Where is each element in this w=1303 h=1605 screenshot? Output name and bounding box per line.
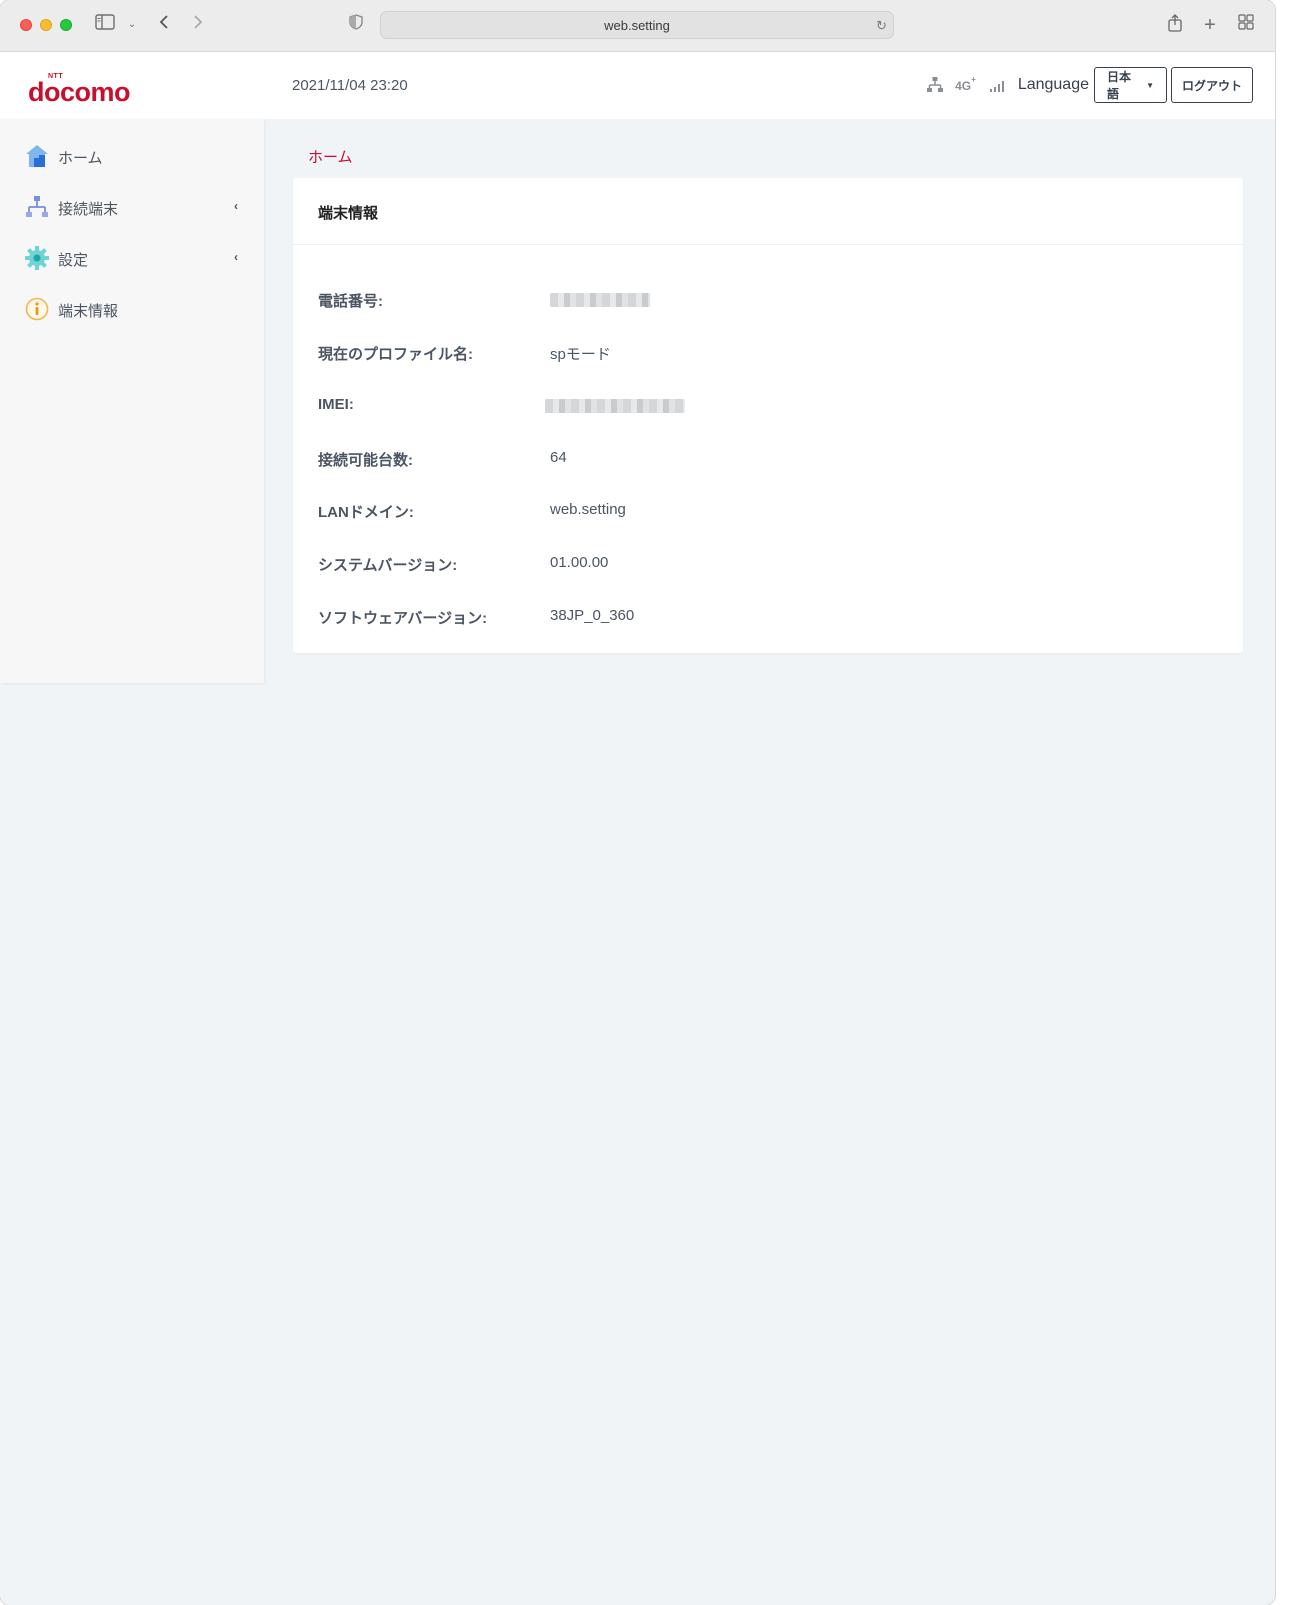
device-info-card: 端末情報 電話番号: 現在のプロファイル名: spモード IMEI: 接続可能台…: [293, 178, 1243, 653]
logo-wordmark: docomo: [28, 77, 131, 107]
info-key: 接続可能台数:: [318, 452, 413, 469]
info-value: spモード: [550, 346, 611, 363]
current-datetime: 2021/11/04 23:20: [292, 77, 408, 94]
info-row-max-connections: 接続可能台数: 64: [293, 449, 1243, 471]
info-row-system-version: システムバージョン: 01.00.00: [293, 554, 1243, 576]
info-value: 64: [550, 449, 567, 466]
info-key: ソフトウェアバージョン:: [318, 610, 488, 627]
zoom-window-button[interactable]: [60, 19, 72, 31]
share-icon[interactable]: [1165, 14, 1185, 39]
new-tab-icon[interactable]: +: [1200, 14, 1220, 36]
home-icon: [26, 145, 48, 167]
lan-connection-icon: [927, 77, 944, 92]
info-key: 電話番号:: [318, 293, 383, 310]
info-key: 現在のプロファイル名:: [318, 346, 473, 363]
logout-button[interactable]: ログアウト: [1171, 67, 1253, 103]
tab-overview-icon[interactable]: [1236, 14, 1256, 37]
browser-window: ⌄ web.setting ↻ + NTT docomo 2021/11/04 …: [0, 0, 1275, 1605]
caret-down-icon: ▼: [1146, 80, 1154, 90]
sidebar-item-settings[interactable]: 設定 ‹: [0, 238, 264, 278]
info-icon: [25, 297, 49, 321]
address-text: web.setting: [604, 18, 670, 33]
signal-strength-icon: [989, 78, 1006, 92]
address-bar[interactable]: web.setting ↻: [380, 11, 894, 39]
info-key: システムバージョン:: [318, 557, 458, 574]
chevron-left-icon: ‹: [234, 199, 238, 213]
card-header: 端末情報: [293, 178, 1243, 245]
card-title: 端末情報: [318, 205, 379, 222]
docomo-logo[interactable]: NTT docomo: [28, 67, 148, 107]
language-value: 日本語: [1107, 70, 1132, 101]
network-type-badge: 4G+: [955, 74, 976, 93]
minimize-window-button[interactable]: [40, 19, 52, 31]
chevron-left-icon: ‹: [234, 250, 238, 264]
sidebar-item-connected-devices[interactable]: 接続端末 ‹: [0, 187, 264, 227]
sidebar-item-home[interactable]: ホーム: [0, 136, 264, 176]
info-value: 01.00.00: [550, 554, 609, 571]
language-label: Language: [1017, 76, 1089, 93]
info-key: IMEI:: [318, 396, 354, 413]
sidebar-item-device-info[interactable]: 端末情報: [0, 289, 264, 329]
privacy-shield-icon[interactable]: [346, 14, 366, 37]
sidebar-item-label: 端末情報: [58, 303, 119, 320]
info-row-imei: IMEI:: [293, 396, 1243, 418]
info-row-software-version: ソフトウェアバージョン: 38JP_0_360: [293, 607, 1243, 629]
gear-icon: [25, 246, 49, 270]
redacted-value: [545, 399, 685, 413]
header-status-area: 4G+ Language 日本語 ▼ ログアウト: [926, 67, 1253, 103]
info-row-phone-number: 電話番号:: [293, 290, 1243, 312]
browser-toolbar: ⌄ web.setting ↻ +: [0, 0, 1275, 52]
reload-icon[interactable]: ↻: [876, 12, 887, 40]
breadcrumb[interactable]: ホーム: [308, 146, 353, 167]
info-row-lan-domain: LANドメイン: web.setting: [293, 501, 1243, 523]
logout-label: ログアウト: [1182, 78, 1243, 93]
chevron-down-icon[interactable]: ⌄: [124, 14, 140, 36]
sidebar: ホーム 接続端末 ‹ 設定 ‹ 端末情報: [0, 119, 264, 683]
network-type-sup: +: [971, 74, 976, 84]
app-header: NTT docomo 2021/11/04 23:20 4G+ Language…: [0, 52, 1275, 119]
language-dropdown-button[interactable]: 日本語 ▼: [1094, 67, 1167, 103]
sidebar-item-label: 接続端末: [58, 201, 119, 218]
redacted-value: [550, 293, 650, 307]
info-value: 38JP_0_360: [550, 607, 635, 624]
network-type-text: 4G: [955, 78, 972, 93]
close-window-button[interactable]: [20, 19, 32, 31]
back-arrow-icon[interactable]: [154, 14, 174, 37]
sidebar-toggle-icon[interactable]: [94, 14, 116, 37]
info-value: web.setting: [550, 501, 626, 518]
sidebar-item-label: ホーム: [58, 150, 103, 167]
forward-arrow-icon[interactable]: [188, 14, 208, 37]
info-key: LANドメイン:: [318, 504, 414, 521]
sidebar-item-label: 設定: [58, 252, 89, 269]
network-devices-icon: [26, 196, 48, 217]
info-row-profile-name: 現在のプロファイル名: spモード: [293, 343, 1243, 365]
